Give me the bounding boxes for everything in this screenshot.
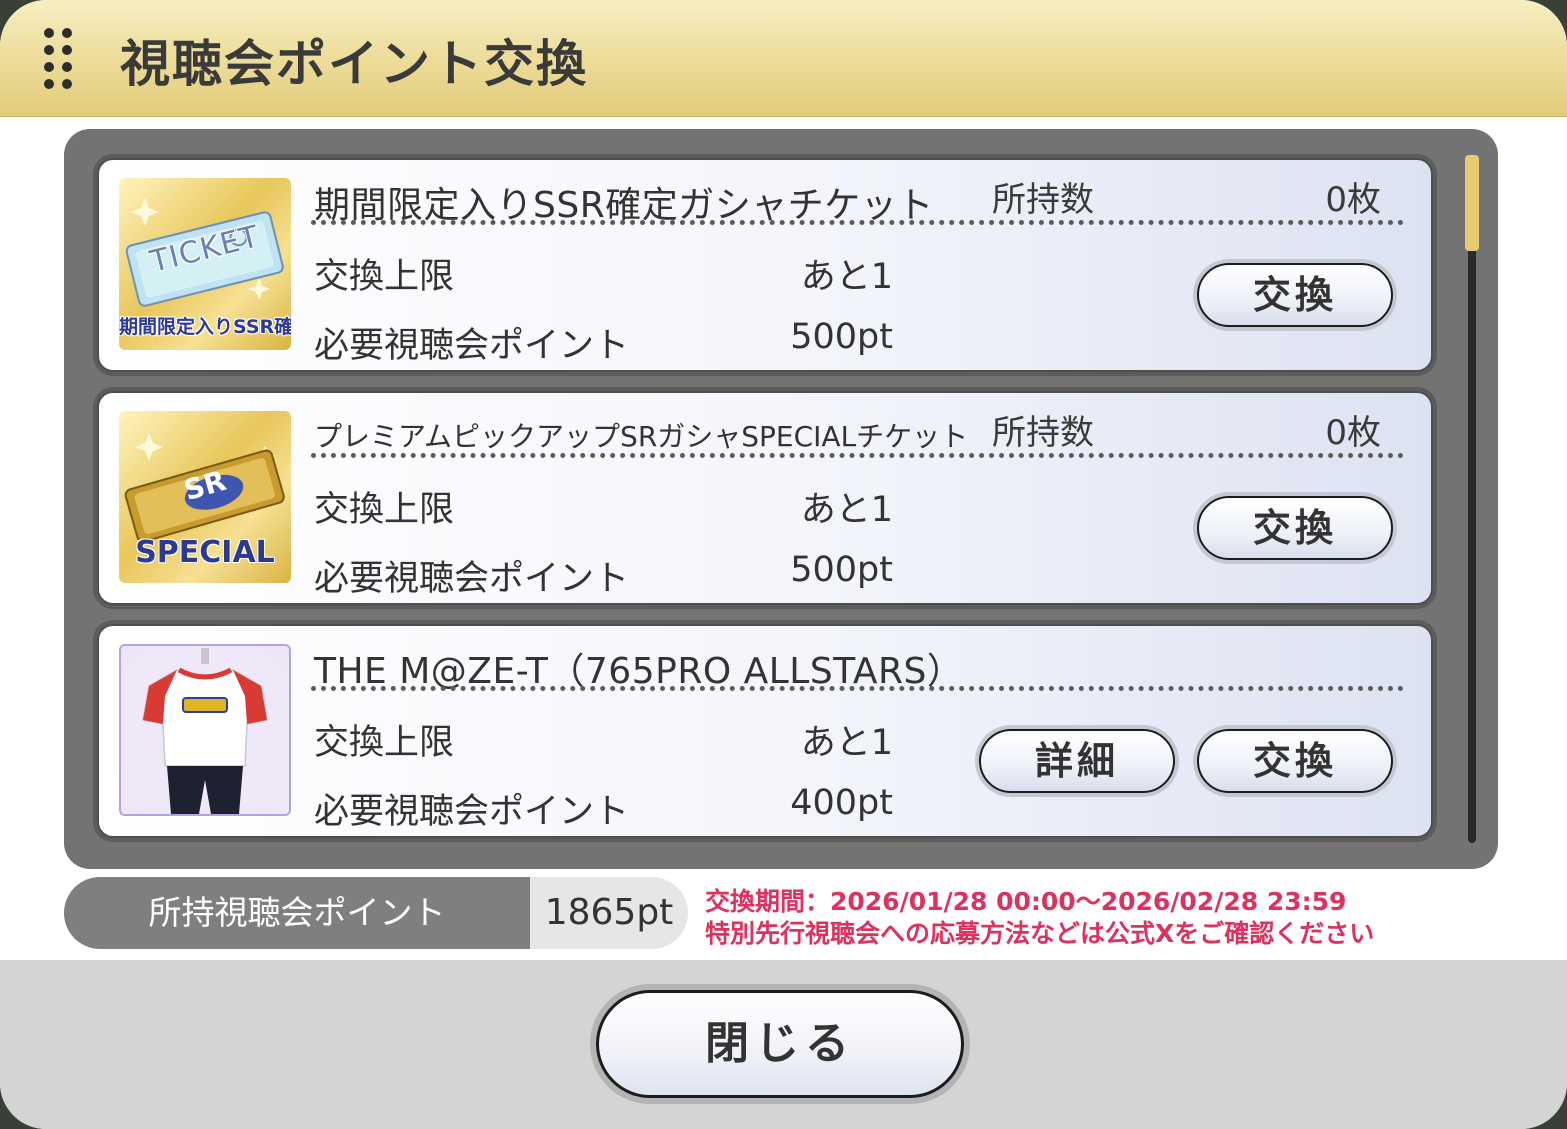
- dialog-footer: 閉じる: [0, 960, 1567, 1129]
- dotted-divider: [311, 686, 1404, 691]
- application-info-notice: 特別先行視聴会への応募方法などは公式Xをご確認ください: [705, 919, 1375, 948]
- owned-value: 0枚: [1325, 413, 1381, 453]
- owned-points-bar: 所持視聴会ポイント 1865pt: [64, 877, 688, 949]
- scrollbar-thumb[interactable]: [1465, 155, 1479, 251]
- limit-value: あと1: [800, 257, 893, 297]
- exchange-item: SR SPECIAL プレミアムピックアップSRガシャSPECIALチケット 所…: [97, 391, 1433, 605]
- t-shirt-icon: [119, 644, 291, 816]
- thumbnail-caption: 期間限定入りSSR確定: [119, 316, 291, 338]
- dotted-divider: [311, 220, 1404, 225]
- required-points-value: 500pt: [790, 550, 893, 590]
- owned-points-label: 所持視聴会ポイント: [64, 877, 530, 949]
- owned-points-value: 1865pt: [544, 892, 674, 933]
- ssr-ticket-thumbnail: TICKET 期間限定入りSSR確定: [119, 178, 291, 350]
- exchange-list[interactable]: TICKET 期間限定入りSSR確定 期間限定入りSSR確定ガシャチケット 所持…: [64, 129, 1498, 869]
- thumbnail-caption: SPECIAL: [135, 535, 275, 570]
- limit-label: 交換上限: [314, 490, 455, 530]
- exchange-period-notice: 交換期間：2026/01/28 00:00～2026/02/28 23:59: [705, 887, 1347, 916]
- required-points-label: 必要視聴会ポイント: [314, 326, 630, 366]
- owned-value: 0枚: [1325, 180, 1381, 220]
- scrollbar-track[interactable]: [1468, 155, 1476, 843]
- detail-button[interactable]: 詳細: [979, 729, 1175, 793]
- close-button[interactable]: 閉じる: [596, 990, 964, 1098]
- required-points-label: 必要視聴会ポイント: [314, 792, 630, 832]
- drag-handle-icon[interactable]: [42, 26, 78, 90]
- limit-label: 交換上限: [314, 723, 455, 763]
- owned-label: 所持数: [992, 180, 1094, 220]
- limit-value: あと1: [800, 490, 893, 530]
- exchange-button[interactable]: 交換: [1197, 263, 1393, 327]
- exchange-item: THE M@ZE-T（765PRO ALLSTARS） 交換上限 あと1 必要視…: [97, 624, 1433, 838]
- required-points-value: 500pt: [790, 317, 893, 357]
- exchange-dialog: 視聴会ポイント交換 TICKET 期間限定入りSSR確 期間限定入りSSR確定ガ…: [0, 0, 1567, 1129]
- limit-label: 交換上限: [314, 257, 455, 297]
- exchange-list-panel: TICKET 期間限定入りSSR確定 期間限定入りSSR確定ガシャチケット 所持…: [64, 129, 1498, 869]
- dotted-divider: [311, 453, 1404, 458]
- exchange-button[interactable]: 交換: [1197, 729, 1393, 793]
- required-points-value: 400pt: [790, 783, 893, 823]
- exchange-button[interactable]: 交換: [1197, 496, 1393, 560]
- dialog-title: 視聴会ポイント交換: [120, 35, 588, 93]
- sr-special-ticket-thumbnail: SR SPECIAL: [119, 411, 291, 583]
- exchange-item: TICKET 期間限定入りSSR確定 期間限定入りSSR確定ガシャチケット 所持…: [97, 158, 1433, 372]
- required-points-label: 必要視聴会ポイント: [314, 559, 630, 599]
- limit-value: あと1: [800, 723, 893, 763]
- dialog-header: 視聴会ポイント交換: [0, 0, 1567, 117]
- owned-label: 所持数: [992, 413, 1094, 453]
- item-name: プレミアムピックアップSRガシャSPECIALチケット: [314, 420, 969, 453]
